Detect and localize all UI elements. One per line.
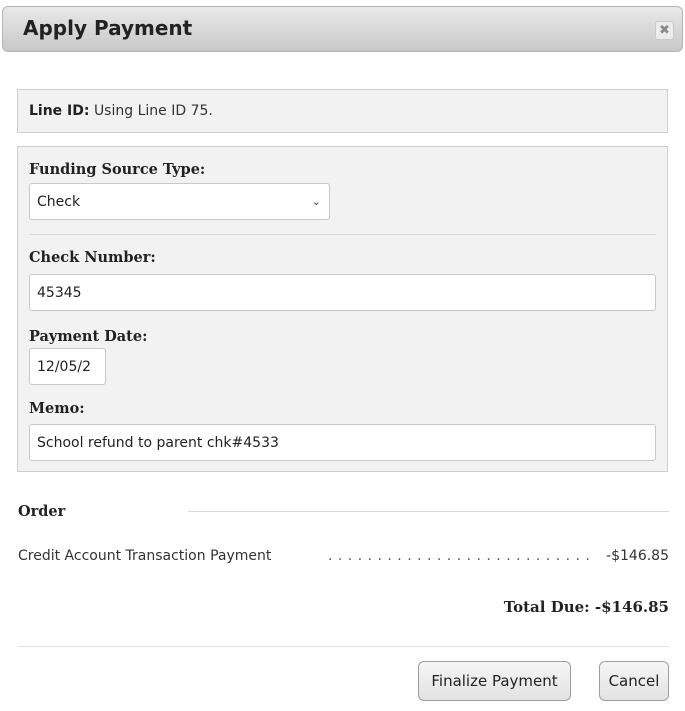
payment-form-panel: Funding Source Type: Check ⌄ Check Numbe… (17, 146, 668, 472)
cancel-button[interactable]: Cancel (599, 661, 669, 701)
funding-source-type-label: Funding Source Type: (29, 161, 206, 178)
payment-date-input[interactable]: 12/05/2 (29, 348, 106, 385)
check-number-input[interactable]: 45345 (29, 274, 656, 311)
funding-source-type-value: Check (37, 194, 81, 210)
order-heading: Order (18, 503, 66, 520)
total-due: Total Due: -$146.85 (503, 598, 669, 616)
line-id-value: Using Line ID 75. (93, 103, 213, 119)
finalize-payment-button[interactable]: Finalize Payment (418, 661, 571, 701)
order-item-name: Credit Account Transaction Payment (18, 548, 272, 564)
footer-divider (18, 646, 669, 647)
order-item-amount: -$146.85 (606, 548, 669, 564)
check-number-label: Check Number: (29, 249, 156, 266)
chevron-down-icon: ⌄ (311, 195, 321, 208)
memo-label: Memo: (29, 400, 85, 417)
dialog-title: Apply Payment (23, 16, 193, 40)
order-line-item: Credit Account Transaction Payment . . .… (18, 548, 669, 568)
funding-source-type-select[interactable]: Check ⌄ (29, 183, 330, 220)
order-divider (188, 511, 669, 512)
payment-date-label: Payment Date: (29, 328, 148, 345)
line-id-text: Line ID: Using Line ID 75. (29, 103, 213, 119)
form-divider (29, 234, 656, 235)
dialog-titlebar: Apply Payment ✖ (2, 6, 683, 52)
memo-input[interactable]: School refund to parent chk#4533 (29, 424, 656, 461)
close-icon[interactable]: ✖ (655, 21, 674, 40)
line-id-label: Line ID: (29, 103, 90, 119)
line-id-panel: Line ID: Using Line ID 75. (17, 89, 668, 133)
order-item-leader: . . . . . . . . . . . . . . . . . . . . … (328, 548, 590, 564)
